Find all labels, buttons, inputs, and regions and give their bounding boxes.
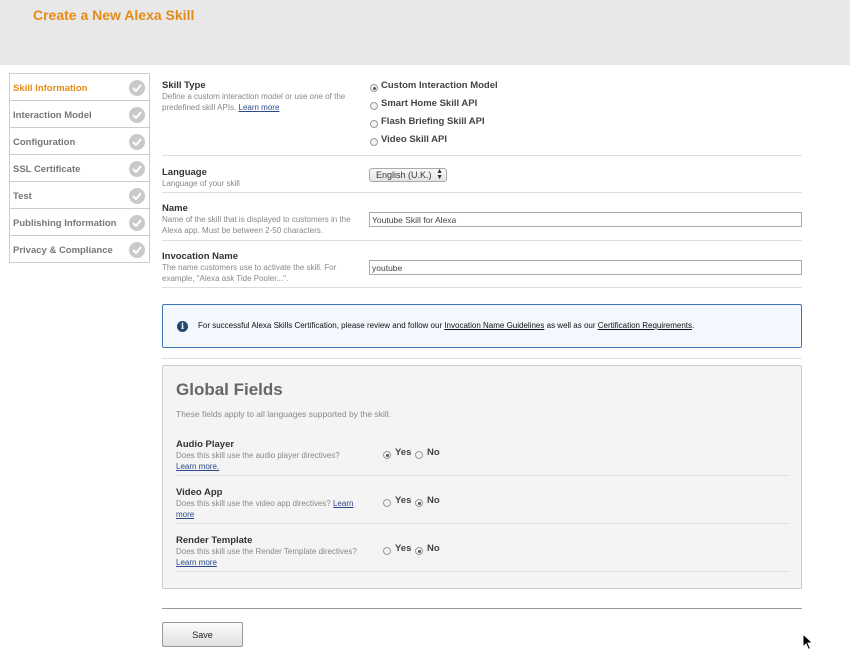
option-label-video-skill: Video Skill API (381, 134, 447, 145)
global-fields-panel: Global Fields These fields apply to all … (162, 365, 802, 589)
audio-player-learn-more-link[interactable]: Learn more. (176, 462, 219, 471)
skill-name-input[interactable] (369, 212, 802, 227)
page-header: Create a New Alexa Skill (0, 0, 850, 65)
divider (162, 155, 802, 156)
divider (162, 192, 802, 193)
learn-more-text: more (176, 510, 195, 519)
sidebar-item-test[interactable]: Test (10, 182, 149, 209)
divider (176, 571, 788, 572)
render-template-no-label: No (427, 543, 440, 554)
radio-smart-home[interactable] (370, 102, 378, 110)
info-text: For successful Alexa Skills Certificatio… (198, 321, 445, 330)
video-app-yes-radio[interactable] (383, 499, 391, 507)
skill-type-description: Define a custom interaction model or use… (162, 91, 362, 113)
divider (176, 475, 788, 476)
sidebar-item-privacy-compliance[interactable]: Privacy & Compliance (10, 236, 149, 263)
render-template-no-radio[interactable] (415, 547, 423, 555)
video-app-desc-text: Does this skill use the video app direct… (176, 499, 331, 508)
check-icon (129, 107, 145, 123)
sidebar-item-publishing-information[interactable]: Publishing Information (10, 209, 149, 236)
skill-type-learn-more-link[interactable]: Learn more (239, 103, 280, 112)
sidebar-item-configuration[interactable]: Configuration (10, 128, 149, 155)
language-label: Language (162, 167, 207, 178)
check-icon (129, 215, 145, 231)
info-message: For successful Alexa Skills Certificatio… (198, 321, 694, 330)
sidebar-item-label: Privacy & Compliance (13, 245, 113, 256)
sidebar-item-label: Interaction Model (13, 110, 92, 121)
video-app-description: Does this skill use the video app direct… (176, 498, 376, 520)
check-icon (129, 161, 145, 177)
check-icon (129, 242, 145, 258)
audio-player-desc-text: Does this skill use the audio player dir… (176, 451, 340, 460)
certification-requirements-link[interactable]: Certification Requirements (598, 321, 692, 330)
sidebar-item-skill-information[interactable]: Skill Information (10, 74, 149, 101)
language-selected-value: English (U.K.) (376, 170, 432, 180)
option-label-flash-briefing: Flash Briefing Skill API (381, 116, 485, 127)
language-select[interactable]: English (U.K.) ▲ ▼ (369, 168, 447, 182)
radio-flash-briefing[interactable] (370, 120, 378, 128)
video-app-no-label: No (427, 495, 440, 506)
divider (176, 523, 788, 524)
updown-arrows-icon: ▲ ▼ (436, 168, 443, 181)
invocation-name-description: The name customers use to activate the s… (162, 263, 337, 283)
option-label-custom: Custom Interaction Model (381, 80, 498, 91)
info-icon: i (177, 321, 188, 332)
check-icon (129, 134, 145, 150)
radio-custom-interaction-model[interactable] (370, 84, 378, 92)
render-template-yes-label: Yes (395, 543, 412, 554)
sidebar-item-interaction-model[interactable]: Interaction Model (10, 101, 149, 128)
mouse-cursor-icon (802, 633, 814, 651)
video-app-label: Video App (176, 487, 223, 498)
render-template-label: Render Template (176, 535, 253, 546)
video-app-yes-label: Yes (395, 495, 412, 506)
audio-player-no-radio[interactable] (415, 451, 423, 459)
skill-type-label: Skill Type (162, 80, 206, 91)
radio-video-skill[interactable] (370, 138, 378, 146)
name-label: Name (162, 203, 188, 214)
sidebar-item-label: Skill Information (13, 83, 88, 94)
render-template-desc-text: Does this skill use the Render Template … (176, 547, 357, 556)
video-app-no-radio[interactable] (415, 499, 423, 507)
divider (162, 240, 802, 241)
footer-divider (162, 608, 802, 609)
divider (162, 287, 802, 288)
global-fields-title: Global Fields (176, 380, 283, 399)
render-template-yes-radio[interactable] (383, 547, 391, 555)
sidebar-item-label: Test (13, 191, 32, 202)
audio-player-yes-radio[interactable] (383, 451, 391, 459)
check-icon (129, 80, 145, 96)
learn-more-text: Learn (332, 499, 354, 508)
audio-player-description: Does this skill use the audio player dir… (176, 450, 376, 472)
save-button[interactable]: Save (162, 622, 243, 647)
sidebar-item-ssl-certificate[interactable]: SSL Certificate (10, 155, 149, 182)
invocation-guidelines-link[interactable]: Invocation Name Guidelines (444, 321, 544, 330)
invocation-name-input[interactable] (369, 260, 802, 275)
certification-info-box: i For successful Alexa Skills Certificat… (162, 304, 802, 348)
render-template-description: Does this skill use the Render Template … (176, 546, 376, 568)
sidebar-nav: Skill Information Interaction Model Conf… (9, 73, 150, 263)
check-icon (129, 188, 145, 204)
info-text: . (692, 321, 695, 330)
invocation-name-label: Invocation Name (162, 251, 239, 262)
audio-player-label: Audio Player (176, 439, 235, 450)
info-text: as well as our (544, 321, 598, 330)
page-title: Create a New Alexa Skill (33, 7, 195, 23)
name-description: Name of the skill that is displayed to c… (162, 215, 351, 235)
divider (162, 358, 802, 359)
render-template-learn-more-link[interactable]: Learn more (176, 558, 217, 567)
language-description: Language of your skill (162, 179, 240, 188)
sidebar-item-label: SSL Certificate (13, 164, 81, 175)
sidebar-item-label: Publishing Information (13, 218, 117, 229)
sidebar-item-label: Configuration (13, 137, 76, 148)
option-label-smart-home: Smart Home Skill API (381, 98, 478, 109)
global-fields-description: These fields apply to all languages supp… (176, 409, 391, 419)
audio-player-yes-label: Yes (395, 447, 412, 458)
audio-player-no-label: No (427, 447, 440, 458)
